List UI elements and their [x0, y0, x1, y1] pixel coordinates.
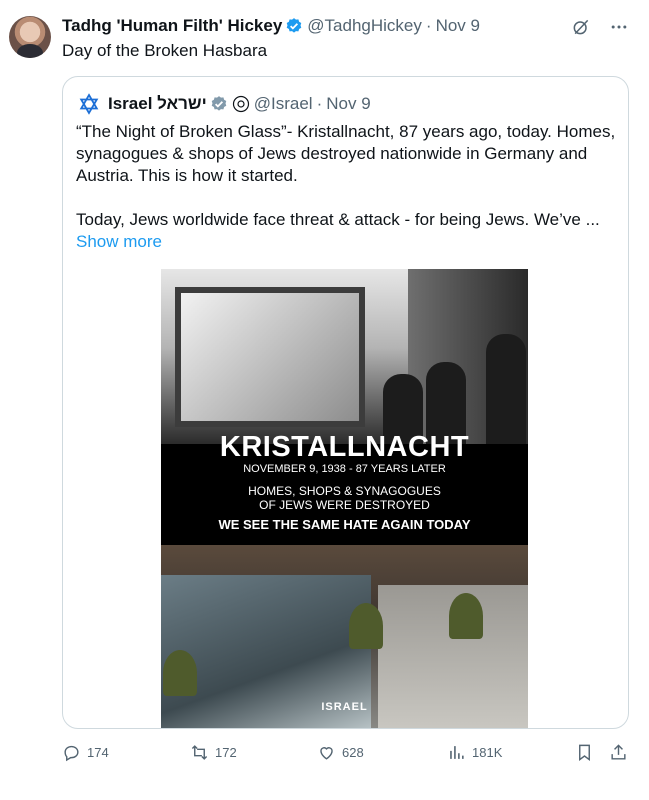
- like-button[interactable]: 628: [317, 743, 364, 762]
- reply-button[interactable]: 174: [62, 743, 109, 762]
- action-bar: 174 172 628 181K: [62, 743, 629, 765]
- poster-tagline: WE SEE THE SAME HATE AGAIN TODAY: [218, 517, 471, 532]
- author-avatar[interactable]: [9, 16, 51, 58]
- views-icon: [450, 746, 464, 759]
- poster-text: HOMES, SHOPS & SYNAGOGUES OF JEWS WERE D…: [248, 484, 441, 512]
- quoted-date[interactable]: Nov 9: [326, 93, 370, 115]
- meta-separator: ·: [316, 94, 323, 113]
- verified-badge-icon: [287, 18, 302, 33]
- quoted-author-handle[interactable]: @Israel: [254, 93, 313, 115]
- quoted-header: Israel ישראל @Israel · Nov 9: [76, 91, 371, 117]
- share-button[interactable]: [609, 743, 628, 762]
- author-handle[interactable]: @TadhgHickey: [307, 15, 422, 37]
- bookmark-button[interactable]: [575, 743, 594, 762]
- government-emblem-icon: [232, 95, 249, 113]
- post-date[interactable]: Nov 9: [436, 15, 480, 37]
- verified-badge-icon: [211, 96, 227, 111]
- poster-title: KRISTALLNACHT: [219, 431, 470, 463]
- poster-logo: ISRAEL: [321, 701, 368, 713]
- more-icon[interactable]: [609, 17, 629, 37]
- poster-subtitle: NOVEMBER 9, 1938 - 87 YEARS LATER: [243, 463, 446, 475]
- repost-count: 172: [215, 745, 237, 760]
- quoted-image[interactable]: KRISTALLNACHT NOVEMBER 9, 1938 - 87 YEAR…: [161, 269, 528, 728]
- post-header: Tadhg 'Human Filth' Hickey @TadhgHickey …: [62, 15, 480, 37]
- share-icon: [611, 744, 626, 760]
- author-name[interactable]: Tadhg 'Human Filth' Hickey: [62, 15, 282, 37]
- post-text: Day of the Broken Hasbara: [62, 41, 268, 60]
- bookmark-icon: [579, 744, 590, 762]
- views-count: 181K: [472, 745, 503, 760]
- repost-icon: [191, 745, 208, 760]
- show-more-link[interactable]: Show more: [76, 231, 162, 253]
- views-button[interactable]: 181K: [447, 743, 502, 762]
- post-top-actions: [571, 17, 629, 37]
- quoted-avatar[interactable]: [76, 91, 102, 117]
- quoted-text: “The Night of Broken Glass”- Kristallnac…: [76, 122, 616, 229]
- like-count: 628: [342, 745, 364, 760]
- grok-icon[interactable]: [571, 17, 591, 37]
- heart-icon: [320, 747, 333, 760]
- historic-photo: [161, 269, 528, 444]
- meta-separator: ·: [425, 16, 432, 35]
- reply-icon: [64, 745, 79, 762]
- quoted-author-name[interactable]: Israel ישראל: [108, 93, 207, 115]
- reply-count: 174: [87, 745, 109, 760]
- quoted-post[interactable]: Israel ישראל @Israel · Nov 9 “The Night …: [62, 76, 629, 729]
- repost-button[interactable]: 172: [190, 743, 237, 762]
